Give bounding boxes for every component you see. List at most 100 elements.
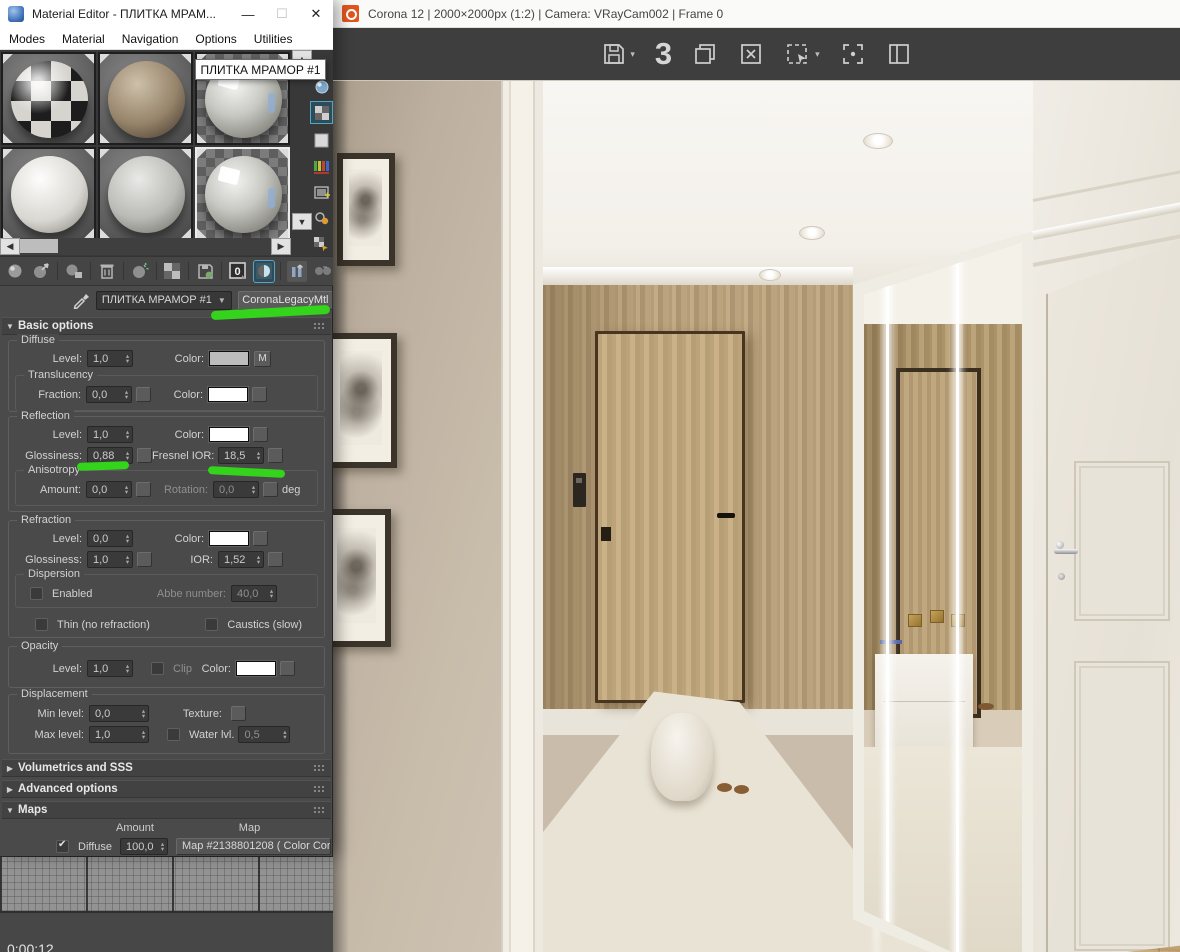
rollout-volumetrics[interactable]: ▶ Volumetrics and SSS bbox=[2, 759, 331, 777]
rollout-basic-options[interactable]: ▼ Basic options bbox=[2, 317, 331, 335]
slots-hscrollbar[interactable]: ◀ ▶ bbox=[0, 238, 291, 255]
material-name-dropdown[interactable]: ПЛИТКА МРАМОР #1 ▼ bbox=[95, 290, 232, 310]
rollout-maps[interactable]: ▼ Maps bbox=[2, 801, 331, 819]
refraction-glossiness-map-button[interactable] bbox=[137, 552, 152, 567]
ior-spinner[interactable]: 1,52 bbox=[218, 551, 264, 568]
vfb-titlebar[interactable]: Corona 12 | 2000×2000px (1:2) | Camera: … bbox=[333, 0, 1180, 28]
show-end-result-icon[interactable] bbox=[253, 259, 276, 283]
hscroll-left[interactable]: ◀ bbox=[0, 238, 20, 255]
texture-label: Texture: bbox=[182, 707, 222, 720]
track-mouse-button[interactable] bbox=[840, 41, 866, 67]
rotation-map-button[interactable] bbox=[263, 482, 278, 497]
make-unique-icon[interactable] bbox=[130, 261, 150, 282]
diffuse-map-m-button[interactable]: M bbox=[254, 350, 271, 367]
anisotropy-amount-map-button[interactable] bbox=[136, 482, 151, 497]
water-level-checkbox[interactable] bbox=[167, 728, 180, 741]
diffuse-color-swatch[interactable] bbox=[208, 350, 250, 367]
render-region-button[interactable]: ▾ bbox=[784, 41, 820, 67]
opacity-color-label: Color: bbox=[201, 662, 231, 675]
show-background-icon[interactable] bbox=[163, 261, 183, 282]
slots-scroll-down[interactable]: ▼ bbox=[292, 213, 312, 230]
ab-split-button[interactable] bbox=[886, 41, 912, 67]
fresnel-ior-spinner[interactable]: 18,5 bbox=[218, 447, 264, 464]
delete-icon[interactable] bbox=[97, 261, 117, 282]
sample-slot-grey[interactable] bbox=[98, 147, 193, 240]
menu-utilities[interactable]: Utilities bbox=[254, 32, 293, 46]
sample-slot-marble-selected[interactable] bbox=[195, 147, 290, 240]
chevron-down-icon[interactable]: ▾ bbox=[630, 49, 635, 60]
reflection-color-swatch[interactable] bbox=[208, 426, 250, 443]
texture-map-button[interactable] bbox=[231, 706, 246, 721]
opacity-color-map-button[interactable] bbox=[279, 661, 295, 676]
save-button[interactable]: ▾ bbox=[601, 41, 635, 67]
get-material-icon[interactable] bbox=[5, 261, 25, 282]
make-preview-icon[interactable] bbox=[311, 182, 332, 203]
refraction-level-spinner[interactable]: 0,0 bbox=[87, 530, 133, 547]
diffuse-map-button[interactable]: Map #2138801208 ( Color Corre bbox=[176, 838, 331, 855]
reflection-color-label: Color: bbox=[174, 428, 204, 441]
assign-to-selection-icon[interactable] bbox=[64, 261, 84, 282]
displacement-group: Displacement Min level: 0,0 Texture: Max… bbox=[8, 688, 325, 754]
diffuse-map-checkbox[interactable] bbox=[56, 839, 69, 853]
go-forward-sibling-icon[interactable] bbox=[313, 261, 333, 282]
hscroll-right[interactable]: ▶ bbox=[271, 238, 291, 255]
pouf bbox=[651, 713, 713, 801]
spinner-arrows-icon bbox=[122, 390, 131, 400]
spinner-arrows-icon bbox=[267, 589, 276, 599]
refraction-glossiness-spinner[interactable]: 1,0 bbox=[87, 551, 133, 568]
menu-navigation[interactable]: Navigation bbox=[122, 32, 179, 46]
sample-uv-tiling-icon[interactable] bbox=[311, 130, 332, 151]
sample-slot-white[interactable] bbox=[1, 147, 96, 240]
thin-checkbox[interactable] bbox=[35, 618, 48, 631]
refraction-color-swatch[interactable] bbox=[208, 530, 250, 547]
fresnel-ior-map-button[interactable] bbox=[268, 448, 283, 463]
rollout-open-icon: ▼ bbox=[6, 321, 14, 331]
material-id-0-icon[interactable]: 0 bbox=[228, 261, 248, 282]
spinner-arrows-icon bbox=[254, 451, 263, 461]
minimize-button[interactable]: — bbox=[231, 1, 265, 27]
max-level-spinner[interactable]: 1,0 bbox=[89, 726, 149, 743]
material-editor-titlebar[interactable]: Material Editor - ПЛИТКА МРАМ... — ☐ ✕ bbox=[0, 0, 333, 28]
reflection-level-spinner[interactable]: 1,0 bbox=[87, 426, 133, 443]
pick-material-eyedropper-icon[interactable] bbox=[72, 291, 90, 309]
put-to-library-icon[interactable] bbox=[31, 261, 51, 282]
menu-options[interactable]: Options bbox=[195, 32, 236, 46]
diffuse-map-amount-spinner[interactable]: 100,0 bbox=[120, 838, 168, 855]
close-button[interactable]: ✕ bbox=[299, 1, 333, 27]
background-icon[interactable] bbox=[310, 101, 333, 124]
opacity-level-spinner[interactable]: 1,0 bbox=[87, 660, 133, 677]
hscroll-thumb[interactable] bbox=[20, 239, 58, 253]
ior-map-button[interactable] bbox=[268, 552, 283, 567]
caustics-checkbox[interactable] bbox=[205, 618, 219, 631]
reflection-color-map-button[interactable] bbox=[253, 427, 268, 442]
translucency-fraction-map-button[interactable] bbox=[136, 387, 151, 402]
sample-slot-checker[interactable] bbox=[1, 52, 96, 145]
options-icon[interactable] bbox=[311, 208, 332, 229]
translucency-fraction-spinner[interactable]: 0,0 bbox=[86, 386, 132, 403]
chevron-down-icon[interactable]: ▾ bbox=[815, 49, 820, 60]
save-material-icon[interactable] bbox=[195, 261, 215, 282]
select-by-material-icon[interactable] bbox=[311, 234, 332, 255]
glossiness-map-button[interactable] bbox=[137, 448, 152, 463]
opacity-color-swatch[interactable] bbox=[234, 660, 277, 677]
rollout-advanced[interactable]: ▶ Advanced options bbox=[2, 780, 331, 798]
translucency-color-map-button[interactable] bbox=[252, 387, 267, 402]
rotation-spinner[interactable]: 0,0 bbox=[213, 481, 259, 498]
menu-modes[interactable]: Modes bbox=[9, 32, 45, 46]
min-level-spinner[interactable]: 0,0 bbox=[89, 705, 149, 722]
duplicate-button[interactable] bbox=[692, 41, 718, 67]
go-to-parent-icon[interactable] bbox=[287, 260, 308, 282]
menu-material[interactable]: Material bbox=[62, 32, 105, 46]
refraction-color-map-button[interactable] bbox=[253, 531, 268, 546]
water-level-spinner[interactable]: 0,5 bbox=[238, 726, 291, 743]
diffuse-level-spinner[interactable]: 1,0 bbox=[87, 350, 133, 367]
maximize-button[interactable]: ☐ bbox=[265, 1, 299, 27]
video-color-check-icon[interactable] bbox=[311, 156, 332, 177]
dispersion-enabled-checkbox[interactable] bbox=[30, 587, 43, 600]
abbe-number-spinner[interactable]: 40,0 bbox=[231, 585, 277, 602]
sample-slot-brown[interactable] bbox=[98, 52, 193, 145]
translucency-color-swatch[interactable] bbox=[207, 386, 249, 403]
anisotropy-amount-spinner[interactable]: 0,0 bbox=[86, 481, 132, 498]
clear-button[interactable] bbox=[738, 41, 764, 67]
clip-checkbox[interactable] bbox=[151, 662, 164, 675]
